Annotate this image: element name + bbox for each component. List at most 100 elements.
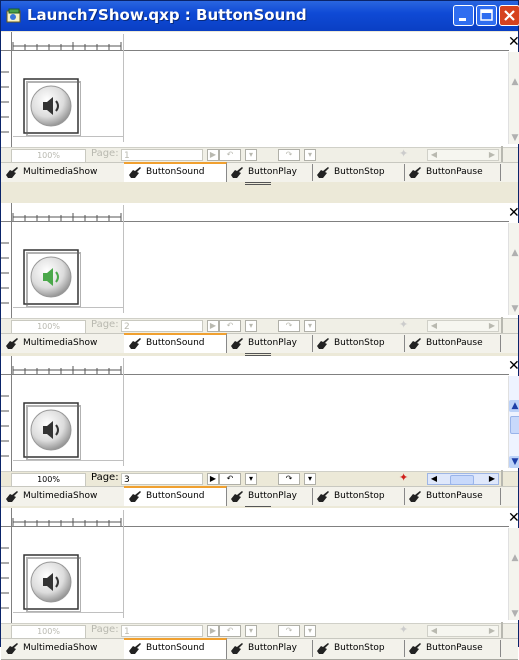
speaker-icon[interactable] xyxy=(23,554,81,612)
page-field[interactable]: 3 xyxy=(121,473,203,485)
layout-tab[interactable]: ButtonSound xyxy=(124,162,227,183)
vertical-scrollbar[interactable]: ▲ ▼ xyxy=(508,376,519,468)
splitter-grip[interactable] xyxy=(245,182,271,185)
redo-icon[interactable]: ↷ xyxy=(278,320,300,332)
undo-icon[interactable]: ↶ xyxy=(219,149,241,161)
undo-icon[interactable]: ↶ xyxy=(219,320,241,332)
page-field[interactable]: 2 xyxy=(121,320,203,332)
page-field[interactable]: 1 xyxy=(121,149,203,161)
close-pane-icon[interactable]: ✕ xyxy=(508,205,519,221)
dropdown-icon[interactable]: ▾ xyxy=(304,473,316,485)
dropdown-icon[interactable]: ▾ xyxy=(304,149,316,161)
play-icon[interactable]: ▶ xyxy=(207,625,219,637)
close-pane-icon[interactable]: ✕ xyxy=(508,358,519,374)
layout-tab[interactable]: ButtonPlay xyxy=(226,335,313,352)
zoom-field[interactable]: 100% xyxy=(11,149,86,163)
layout-tab[interactable]: ButtonSound xyxy=(124,638,227,659)
layout-tab[interactable]: MultimediaShow xyxy=(1,164,125,181)
scroll-down-icon[interactable]: ▼ xyxy=(509,608,519,620)
layout-tab[interactable]: ButtonPlay xyxy=(226,488,313,505)
layout-tab[interactable]: ButtonSound xyxy=(124,486,227,507)
layout-tab[interactable]: ButtonStop xyxy=(312,335,405,352)
minimize-button[interactable] xyxy=(453,5,474,26)
speaker-icon[interactable] xyxy=(23,78,81,136)
redo-icon[interactable]: ↷ xyxy=(278,149,300,161)
scroll-right-icon[interactable]: ▶ xyxy=(486,321,498,331)
sparkle-icon[interactable]: ✦ xyxy=(399,318,408,331)
layout-tab[interactable]: MultimediaShow xyxy=(1,488,125,505)
scroll-down-icon[interactable]: ▼ xyxy=(509,132,519,144)
vertical-scrollbar[interactable]: ▲ ▼ xyxy=(508,52,519,144)
scroll-thumb[interactable] xyxy=(450,475,474,485)
horizontal-scrollbar[interactable]: ◀ ▶ xyxy=(427,625,499,637)
title-bar[interactable]: Launch7Show.qxp : ButtonSound xyxy=(1,1,519,31)
layout-tab[interactable]: ButtonStop xyxy=(312,164,405,181)
close-pane-icon[interactable]: ✕ xyxy=(508,510,519,526)
layout-tab[interactable]: ButtonPause xyxy=(404,335,501,352)
scroll-left-icon[interactable]: ◀ xyxy=(428,321,440,331)
sparkle-icon[interactable]: ✦ xyxy=(399,147,408,160)
scroll-thumb[interactable] xyxy=(450,627,472,635)
layout-pane[interactable]: ✕ ▲ ▼ 100% Page: 2 ▶ ↶ ▾ ↷ ▾ ✦ ◀ ▶ Multi… xyxy=(1,203,519,355)
scroll-up-icon[interactable]: ▲ xyxy=(509,552,519,564)
page-guide-vertical xyxy=(123,34,124,142)
layout-tab[interactable]: ButtonPause xyxy=(404,488,501,505)
undo-icon[interactable]: ↶ xyxy=(219,625,241,637)
scroll-down-icon[interactable]: ▼ xyxy=(509,303,519,315)
scroll-right-icon[interactable]: ▶ xyxy=(486,150,498,160)
scroll-down-icon[interactable]: ▼ xyxy=(509,456,519,468)
horizontal-scrollbar[interactable]: ◀ ▶ xyxy=(427,149,499,161)
dropdown-icon[interactable]: ▾ xyxy=(304,625,316,637)
dropdown-icon[interactable]: ▾ xyxy=(245,625,257,637)
sparkle-icon[interactable]: ✦ xyxy=(399,471,408,484)
vertical-scrollbar[interactable]: ▲ ▼ xyxy=(508,528,519,620)
layout-pane[interactable]: ✕ ▲ ▼ 100% Page: 1 ▶ ↶ ▾ ↷ ▾ ✦ ◀ ▶ Multi… xyxy=(1,508,519,660)
scroll-thumb[interactable] xyxy=(450,322,472,330)
scroll-thumb[interactable] xyxy=(450,151,472,159)
speaker-icon[interactable] xyxy=(23,249,81,307)
redo-icon[interactable]: ↷ xyxy=(278,625,300,637)
zoom-field[interactable]: 100% xyxy=(11,473,86,487)
play-icon[interactable]: ▶ xyxy=(207,149,219,161)
scroll-thumb[interactable] xyxy=(510,416,519,434)
layout-tab[interactable]: MultimediaShow xyxy=(1,640,125,657)
layout-tab[interactable]: ButtonPlay xyxy=(226,640,313,657)
layout-tab[interactable]: ButtonPause xyxy=(404,164,501,181)
scroll-up-icon[interactable]: ▲ xyxy=(509,76,519,88)
scroll-up-icon[interactable]: ▲ xyxy=(509,247,519,259)
scroll-right-icon[interactable]: ▶ xyxy=(486,626,498,636)
vertical-scrollbar[interactable]: ▲ ▼ xyxy=(508,223,519,315)
layout-pane[interactable]: ✕ ▲ ▼ 100% Page: 3 ▶ ↶ ▾ ↷ ▾ ✦ ◀ ▶ Multi… xyxy=(1,356,519,508)
scroll-left-icon[interactable]: ◀ xyxy=(428,150,440,160)
dropdown-icon[interactable]: ▾ xyxy=(304,320,316,332)
scroll-left-icon[interactable]: ◀ xyxy=(428,626,440,636)
play-icon[interactable]: ▶ xyxy=(207,473,219,485)
scroll-up-icon[interactable]: ▲ xyxy=(509,400,519,412)
dropdown-icon[interactable]: ▾ xyxy=(245,149,257,161)
page-field[interactable]: 1 xyxy=(121,625,203,637)
speaker-icon[interactable] xyxy=(23,402,81,460)
layout-tab[interactable]: ButtonPause xyxy=(404,640,501,657)
undo-icon[interactable]: ↶ xyxy=(219,473,241,485)
play-icon[interactable]: ▶ xyxy=(207,320,219,332)
scroll-right-icon[interactable]: ▶ xyxy=(486,474,498,484)
layout-tab[interactable]: ButtonStop xyxy=(312,640,405,657)
redo-icon[interactable]: ↷ xyxy=(278,473,300,485)
sparkle-icon[interactable]: ✦ xyxy=(399,623,408,636)
close-button[interactable] xyxy=(499,5,519,26)
horizontal-scrollbar[interactable]: ◀ ▶ xyxy=(427,320,499,332)
pane-splitter[interactable] xyxy=(1,182,518,185)
zoom-field[interactable]: 100% xyxy=(11,320,86,334)
maximize-button[interactable] xyxy=(476,5,497,26)
layout-tab[interactable]: ButtonPlay xyxy=(226,164,313,181)
horizontal-scrollbar[interactable]: ◀ ▶ xyxy=(427,473,499,485)
zoom-field[interactable]: 100% xyxy=(11,625,86,639)
dropdown-icon[interactable]: ▾ xyxy=(245,473,257,485)
layout-tab[interactable]: MultimediaShow xyxy=(1,335,125,352)
layout-tab[interactable]: ButtonStop xyxy=(312,488,405,505)
layout-pane[interactable]: ✕ ▲ ▼ 100% Page: 1 ▶ ↶ ▾ ↷ ▾ ✦ ◀ ▶ Multi… xyxy=(1,32,519,184)
dropdown-icon[interactable]: ▾ xyxy=(245,320,257,332)
close-pane-icon[interactable]: ✕ xyxy=(508,34,519,50)
scroll-left-icon[interactable]: ◀ xyxy=(428,474,440,484)
layout-tab[interactable]: ButtonSound xyxy=(124,333,227,354)
